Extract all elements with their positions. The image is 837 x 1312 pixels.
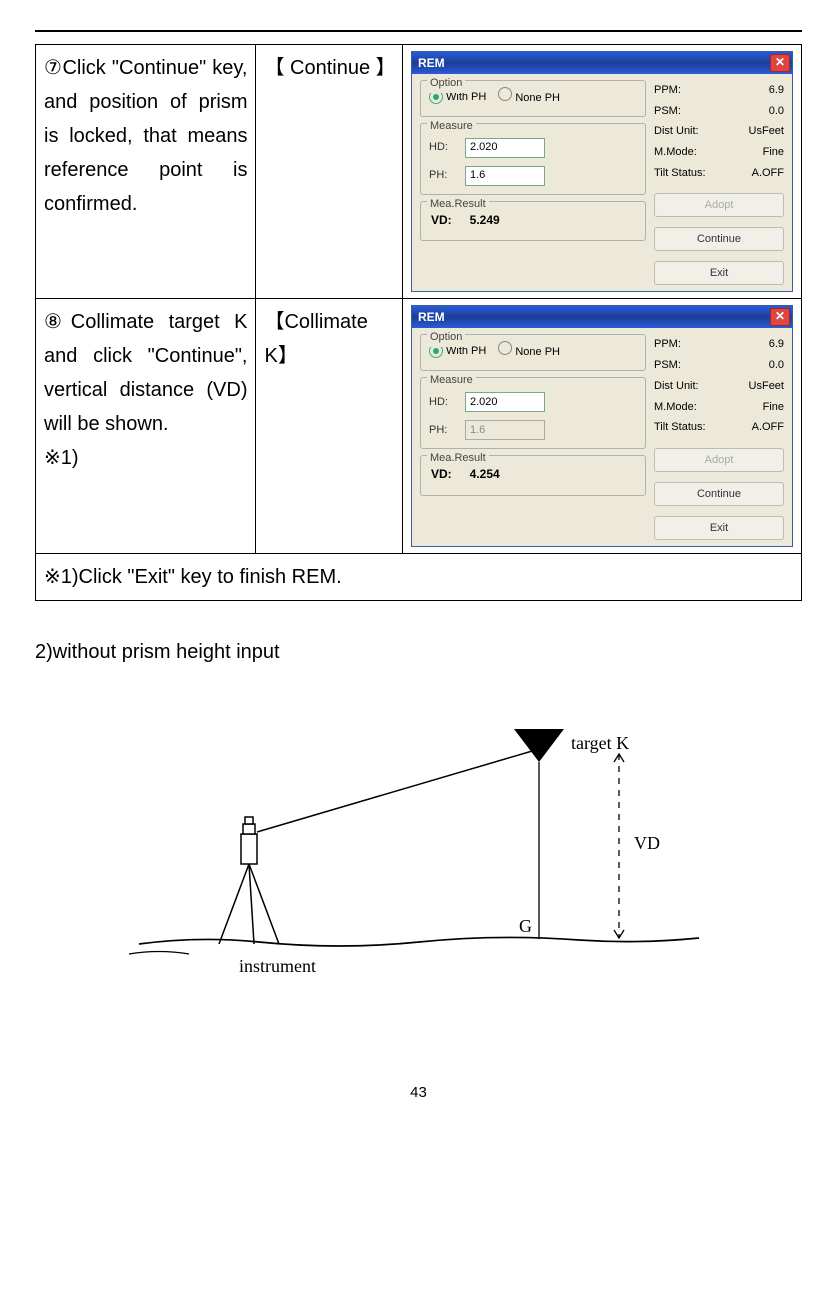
option-group: Option With PH None PH: [420, 80, 646, 117]
radio-none-ph[interactable]: None PH: [498, 341, 560, 362]
step8-screenshot: REM ✕ Option With PH None PH: [403, 299, 802, 553]
instrument-label: instrument: [239, 956, 316, 976]
hd-label: HD:: [429, 138, 459, 157]
measure-group: Measure HD: 2.020 PH: 1.6: [420, 377, 646, 449]
close-icon[interactable]: ✕: [770, 308, 790, 326]
step7-screenshot: REM ✕ Option With PH None PH: [403, 45, 802, 299]
exit-button[interactable]: Exit: [654, 516, 784, 540]
footnote-row: ※1)Click "Exit" key to finish REM.: [36, 553, 802, 600]
rem-window: REM ✕ Option With PH None PH: [411, 51, 793, 292]
footnote: ※1)Click "Exit" key to finish REM.: [36, 553, 802, 600]
hd-field[interactable]: 2.020: [465, 138, 545, 158]
steps-table: ⑦Click "Continue" key, and position of p…: [35, 44, 802, 601]
option-legend: Option: [427, 74, 465, 93]
step8-key: 【Collimate K】: [256, 299, 403, 553]
step-row-7: ⑦Click "Continue" key, and position of p…: [36, 45, 802, 299]
step8-desc: ⑧Collimate target K and click "Continue"…: [36, 299, 256, 553]
result-legend: Mea.Result: [427, 195, 489, 214]
adopt-button[interactable]: Adopt: [654, 448, 784, 472]
window-title: REM: [418, 307, 445, 327]
page: ⑦Click "Continue" key, and position of p…: [0, 0, 837, 1131]
titlebar: REM ✕: [412, 306, 792, 328]
ph-label: PH:: [429, 166, 459, 185]
g-label: G: [519, 916, 532, 936]
adopt-button[interactable]: Adopt: [654, 193, 784, 217]
top-rule: [35, 30, 802, 32]
continue-button[interactable]: Continue: [654, 482, 784, 506]
close-icon[interactable]: ✕: [770, 54, 790, 72]
step7-desc: ⑦Click "Continue" key, and position of p…: [36, 45, 256, 299]
rem-window: REM ✕ Option With PH None PH: [411, 305, 793, 546]
option-group: Option With PH None PH: [420, 334, 646, 371]
step-row-8: ⑧Collimate target K and click "Continue"…: [36, 299, 802, 553]
section2-title: 2)without prism height input: [35, 641, 802, 664]
diagram-svg: instrument target K VD G: [119, 714, 719, 1004]
continue-button[interactable]: Continue: [654, 227, 784, 251]
ph-field[interactable]: 1.6: [465, 166, 545, 186]
radio-none-ph[interactable]: None PH: [498, 87, 560, 108]
ph-field[interactable]: 1.6: [465, 420, 545, 440]
step7-key: 【 Continue 】: [256, 45, 403, 299]
measure-group: Measure HD: 2.020 PH: 1.6: [420, 123, 646, 195]
titlebar: REM ✕: [412, 52, 792, 74]
vd-label: VD: [634, 833, 660, 853]
diagram: instrument target K VD G: [35, 714, 802, 1004]
result-group: Mea.Result VD: 4.254: [420, 455, 646, 495]
window-title: REM: [418, 53, 445, 73]
measure-legend: Measure: [427, 117, 476, 136]
exit-button[interactable]: Exit: [654, 261, 784, 285]
result-group: Mea.Result VD: 5.249: [420, 201, 646, 241]
target-label: target K: [571, 733, 629, 753]
hd-field[interactable]: 2.020: [465, 392, 545, 412]
page-number: 43: [35, 1084, 802, 1101]
